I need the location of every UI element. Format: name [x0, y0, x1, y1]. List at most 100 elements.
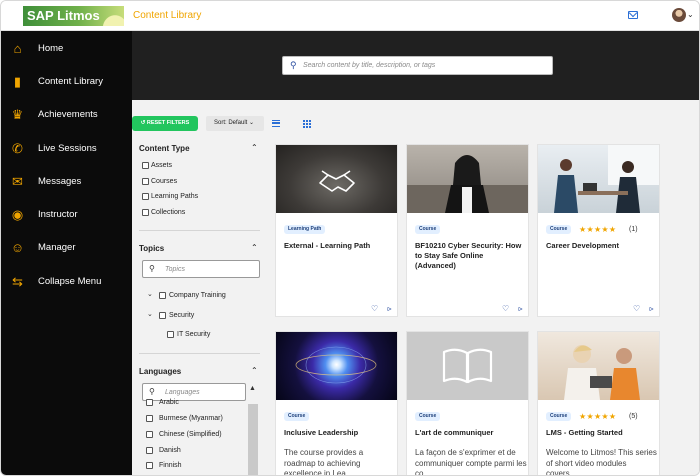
litmos-logo[interactable]: SAP Litmos	[23, 6, 124, 26]
language-option: Chinese (Simplified)	[159, 431, 222, 438]
chevron-up-icon[interactable]: ⌃	[251, 143, 258, 152]
sidebar-item-instructor[interactable]: ◉ Instructor	[1, 198, 132, 231]
type-badge: Learning Path	[284, 225, 326, 234]
card-title[interactable]: BF10210 Cyber Security: How to Stay Safe…	[415, 241, 525, 271]
sidebar-item-manager[interactable]: ☺ Manager	[1, 231, 132, 264]
share-icon[interactable]: ⪧	[518, 304, 523, 314]
checkbox-label: Courses	[151, 178, 178, 185]
share-icon[interactable]: ⪧	[649, 304, 654, 314]
topics-search-input[interactable]: ⚲ Topics	[142, 260, 260, 278]
type-badge: Course	[546, 412, 572, 421]
rating-stars: ★★★★★	[579, 225, 617, 234]
sidebar: ⌂ Home ▮ Content Library ♛ Achievements ✆ Li…	[1, 31, 132, 475]
chevron-down-icon[interactable]: ⌄	[147, 310, 153, 318]
rating-count: (1)	[629, 226, 638, 233]
checkbox-learning-paths[interactable]	[142, 193, 149, 200]
content-card[interactable]: Course BF10210 Cyber Security: How to St…	[406, 144, 529, 317]
content-card[interactable]: Course ★★★★★ (5) LMS - Getting Started W…	[537, 331, 660, 476]
card-title[interactable]: External - Learning Path	[284, 241, 394, 251]
checkbox-security[interactable]	[159, 312, 166, 319]
grid-view-icon[interactable]	[303, 120, 311, 128]
home-icon: ⌂	[13, 41, 22, 56]
card-title[interactable]: Inclusive Leadership	[284, 428, 394, 438]
scroll-up-icon[interactable]: ▲	[249, 385, 256, 392]
breadcrumb[interactable]: Content Library	[133, 10, 201, 21]
share-icon[interactable]: ⪧	[387, 304, 392, 314]
library-icon: ▮	[13, 74, 22, 89]
content-card[interactable]: Course Inclusive Leadership The course p…	[275, 331, 398, 476]
content-card[interactable]: Learning Path External - Learning Path ♡…	[275, 144, 398, 317]
type-badge: Course	[284, 412, 310, 421]
type-badge: Course	[415, 225, 441, 234]
language-option: Finnish	[159, 462, 182, 469]
favorite-icon[interactable]: ♡	[502, 304, 509, 313]
checkbox-company-training[interactable]	[159, 292, 166, 299]
languages-scrollbar[interactable]	[248, 404, 258, 475]
search-icon: ⚲	[290, 60, 297, 70]
sidebar-item-live-sessions[interactable]: ✆ Live Sessions	[1, 132, 132, 165]
chevron-down-icon[interactable]: ⌄	[147, 290, 153, 298]
search-placeholder: Search content by title, description, or…	[303, 62, 436, 69]
checkbox-assets[interactable]	[142, 162, 149, 169]
card-description: The course provides a roadmap to achievi…	[284, 448, 364, 476]
checkbox-it-security[interactable]	[167, 331, 174, 338]
languages-heading: Languages	[139, 367, 182, 376]
content-card[interactable]: Course L'art de communiquer La façon de …	[406, 331, 529, 476]
messages-icon: ✉	[12, 174, 23, 189]
sidebar-item-achievements[interactable]: ♛ Achievements	[1, 98, 132, 131]
reset-filters-button[interactable]: ↺ RESET FILTERS	[132, 116, 198, 131]
divider	[139, 353, 260, 354]
chevron-up-icon[interactable]: ⌃	[251, 366, 258, 375]
content-card[interactable]: Course ★★★★★ (1) Career Development ♡ ⪧	[537, 144, 660, 317]
favorite-icon[interactable]: ♡	[633, 304, 640, 313]
language-option: Arabic	[159, 399, 179, 406]
card-title[interactable]: L'art de communiquer	[415, 428, 525, 438]
checkbox-chinese-simplified[interactable]	[146, 431, 153, 438]
app-window: SAP Litmos Content Library ⌄ ⌂ Home ▮ Cont…	[0, 0, 700, 476]
live-sessions-icon: ✆	[12, 141, 23, 156]
sidebar-item-home[interactable]: ⌂ Home	[1, 32, 132, 65]
card-title[interactable]: LMS - Getting Started	[546, 428, 656, 438]
checkbox-arabic[interactable]	[146, 399, 153, 406]
checkbox-label: Collections	[151, 209, 186, 216]
card-description: Welcome to Litmos! This series of short …	[546, 448, 657, 476]
sidebar-item-messages[interactable]: ✉ Messages	[1, 165, 132, 198]
sort-dropdown[interactable]: Sort: Default ⌄	[206, 116, 264, 131]
search-icon: ⚲	[149, 387, 155, 396]
list-view-icon[interactable]	[272, 120, 280, 127]
collapse-icon: ⇆	[12, 274, 23, 289]
mail-icon[interactable]	[628, 11, 638, 19]
checkbox-courses[interactable]	[142, 178, 149, 185]
sidebar-item-content-library[interactable]: ▮ Content Library	[1, 65, 132, 98]
trophy-icon: ♛	[11, 107, 24, 122]
checkbox-label: Learning Paths	[151, 193, 199, 200]
checkbox-burmese[interactable]	[146, 415, 153, 422]
checkbox-label: Assets	[151, 162, 173, 169]
search-icon: ⚲	[149, 264, 155, 273]
card-thumbnail	[407, 145, 528, 213]
reset-icon: ↺	[140, 120, 146, 126]
favorite-icon[interactable]: ♡	[371, 304, 378, 313]
tree-item-label: IT Security	[177, 331, 211, 338]
sidebar-item-collapse-menu[interactable]: ⇆ Collapse Menu	[1, 265, 132, 298]
checkbox-finnish[interactable]	[146, 462, 153, 469]
avatar[interactable]	[672, 8, 686, 22]
top-bar: SAP Litmos Content Library ⌄	[1, 1, 699, 31]
card-thumbnail	[276, 145, 397, 213]
content-type-heading: Content Type	[139, 144, 190, 153]
search-input[interactable]: ⚲ Search content by title, description, …	[282, 56, 553, 75]
checkbox-collections[interactable]	[142, 209, 149, 216]
rating-stars: ★★★★★	[579, 412, 617, 421]
checkbox-danish[interactable]	[146, 447, 153, 454]
chevron-up-icon[interactable]: ⌃	[251, 243, 258, 252]
tree-item-label: Security	[169, 312, 195, 319]
language-option: Burmese (Myanmar)	[159, 415, 223, 422]
tree-item-label: Company Training	[169, 292, 226, 299]
languages-search-input[interactable]: ⚲ Languages	[142, 383, 246, 401]
card-thumbnail	[407, 332, 528, 400]
chevron-down-icon[interactable]: ⌄	[687, 10, 694, 19]
type-badge: Course	[415, 412, 441, 421]
instructor-icon: ◉	[11, 207, 24, 222]
card-title[interactable]: Career Development	[546, 241, 656, 251]
card-description: La façon de s'exprimer et de communiquer…	[415, 448, 527, 476]
